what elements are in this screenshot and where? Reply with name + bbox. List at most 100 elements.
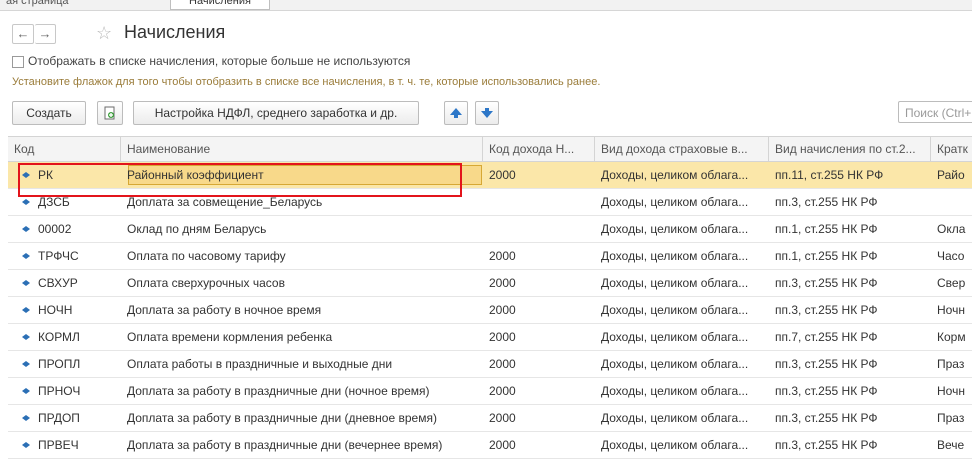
move-down-button[interactable] xyxy=(475,101,499,125)
cell-income-code: 2000 xyxy=(489,357,516,371)
cell-insurance-type: Доходы, целиком облага... xyxy=(601,384,749,398)
search-input[interactable]: Поиск (Ctrl+F) xyxy=(898,101,972,123)
cell-short-name: Окла xyxy=(937,222,966,236)
cell-insurance-type: Доходы, целиком облага... xyxy=(601,249,749,263)
table-row[interactable]: НОЧН Доплата за работу в ночное время 2000… xyxy=(8,297,972,324)
cell-code: ПРОПЛ xyxy=(38,357,81,371)
cell-code: 00002 xyxy=(38,222,72,236)
cell-income-code: 2000 xyxy=(489,168,516,182)
cell-income-code xyxy=(483,216,595,242)
cell-short-name: Часо xyxy=(937,249,965,263)
cell-short-name: Свер xyxy=(937,276,966,290)
highlight-frame xyxy=(18,163,462,197)
cell-accrual-article: пп.1, ст.255 НК РФ xyxy=(775,249,878,263)
cell-code: КОРМЛ xyxy=(38,330,80,344)
cell-income-code: 2000 xyxy=(489,384,516,398)
table-row[interactable]: ПРНОЧ Доплата за работу в праздничные дни… xyxy=(8,378,972,405)
cell-name: Доплата за работу в праздничные дни (дне… xyxy=(127,411,437,425)
cell-income-code: 2000 xyxy=(489,438,516,452)
cell-short-name: Вече xyxy=(937,438,965,452)
cell-short-name: Праз xyxy=(937,411,965,425)
forward-button[interactable]: → xyxy=(35,24,56,44)
cell-insurance-type: Доходы, целиком облага... xyxy=(601,411,749,425)
cell-insurance-type: Доходы, целиком облага... xyxy=(601,276,749,290)
table-row[interactable]: ПРВЕЧ Доплата за работу в праздничные дни… xyxy=(8,432,972,459)
table-row[interactable]: СВХУР Оплата сверхурочных часов 2000 Доходы… xyxy=(8,270,972,297)
cell-code: ПРНОЧ xyxy=(38,384,81,398)
cell-name: Оплата сверхурочных часов xyxy=(127,276,285,290)
star-icon[interactable]: ☆ xyxy=(96,23,112,44)
cell-code: НОЧН xyxy=(38,303,73,317)
cell-income-code: 2000 xyxy=(489,330,516,344)
cell-code: ТРФЧС xyxy=(38,249,79,263)
cell-accrual-article: пп.7, ст.255 НК РФ xyxy=(775,330,878,344)
table-row[interactable]: ПРДОП Доплата за работу в праздничные дни… xyxy=(8,405,972,432)
cell-accrual-article: пп.3, ст.255 НК РФ xyxy=(775,357,878,371)
column-short-name[interactable]: Кратк xyxy=(931,137,972,161)
cell-short-name: Корм xyxy=(937,330,966,344)
cell-name: Оплата работы в праздничные и выходные д… xyxy=(127,357,393,371)
cell-accrual-article: пп.3, ст.255 НК РФ xyxy=(775,303,878,317)
arrow-right-icon: → xyxy=(38,26,52,41)
column-accrual-article[interactable]: Вид начисления по ст.2... xyxy=(769,137,931,161)
column-code[interactable]: Код xyxy=(8,137,121,161)
cell-insurance-type: Доходы, целиком облага... xyxy=(601,195,749,209)
cell-name: Доплата за работу в ночное время xyxy=(127,303,322,317)
cell-accrual-article: пп.11, ст.255 НК РФ xyxy=(775,168,884,182)
tab-strip: ая страница Начисления xyxy=(0,0,972,11)
cell-insurance-type: Доходы, целиком облага... xyxy=(601,438,749,452)
show-unused-checkbox[interactable] xyxy=(12,56,24,68)
cell-name: Оплата по часовому тарифу xyxy=(127,249,286,263)
tab-active[interactable]: Начисления xyxy=(170,0,270,10)
copy-button[interactable] xyxy=(97,101,123,125)
copy-document-icon xyxy=(104,106,115,120)
arrow-down-icon xyxy=(481,108,493,118)
cell-code: ПРДОП xyxy=(38,411,80,425)
cell-insurance-type: Доходы, целиком облага... xyxy=(601,168,749,182)
cell-code: ПРВЕЧ xyxy=(38,438,79,452)
cell-name: Оклад по дням Беларусь xyxy=(127,222,267,236)
column-name[interactable]: Наименование xyxy=(121,137,483,161)
move-up-button[interactable] xyxy=(444,101,468,125)
table-header: Код Наименование Код дохода Н... Вид дох… xyxy=(8,137,972,162)
cell-accrual-article: пп.3, ст.255 НК РФ xyxy=(775,384,878,398)
cell-short-name: Райо xyxy=(937,168,965,182)
cell-insurance-type: Доходы, целиком облага... xyxy=(601,303,749,317)
cell-income-code: 2000 xyxy=(489,249,516,263)
cell-accrual-article: пп.3, ст.255 НК РФ xyxy=(775,411,878,425)
back-button[interactable]: ← xyxy=(12,24,34,44)
cell-accrual-article: пп.1, ст.255 НК РФ xyxy=(775,222,878,236)
table-row[interactable]: КОРМЛ Оплата времени кормления ребенка 200… xyxy=(8,324,972,351)
table-row[interactable]: ТРФЧС Оплата по часовому тарифу 2000 Доходы… xyxy=(8,243,972,270)
cell-short-name: Ночн xyxy=(937,303,965,317)
cell-income-code xyxy=(483,189,595,215)
table-row[interactable]: 00002 Оклад по дням Беларусь Доходы, целик… xyxy=(8,216,972,243)
cell-accrual-article: пп.3, ст.255 НК РФ xyxy=(775,195,878,209)
table-row[interactable]: ПРОПЛ Оплата работы в праздничные и выход… xyxy=(8,351,972,378)
cell-insurance-type: Доходы, целиком облага... xyxy=(601,222,749,236)
arrow-left-icon: ← xyxy=(16,26,30,41)
cell-income-code: 2000 xyxy=(489,276,516,290)
ndfl-settings-button[interactable]: Настройка НДФЛ, среднего заработка и др. xyxy=(133,101,419,125)
cell-insurance-type: Доходы, целиком облага... xyxy=(601,357,749,371)
arrow-up-icon xyxy=(450,108,462,118)
cell-name: Доплата за работу в праздничные дни (ноч… xyxy=(127,384,430,398)
cell-short-name: Ночн xyxy=(937,384,965,398)
cell-accrual-article: пп.3, ст.255 НК РФ xyxy=(775,276,878,290)
cell-insurance-type: Доходы, целиком облага... xyxy=(601,330,749,344)
cell-income-code: 2000 xyxy=(489,303,516,317)
show-unused-label[interactable]: Отображать в списке начисления, которые … xyxy=(28,54,410,68)
cell-income-code: 2000 xyxy=(489,411,516,425)
tab-home[interactable]: ая страница xyxy=(6,0,69,9)
column-insurance-type[interactable]: Вид дохода страховые в... xyxy=(595,137,769,161)
cell-short-name xyxy=(931,189,972,215)
cell-name: Доплата за работу в праздничные дни (веч… xyxy=(127,438,443,452)
cell-name: Оплата времени кормления ребенка xyxy=(127,330,333,344)
cell-accrual-article: пп.3, ст.255 НК РФ xyxy=(775,438,878,452)
column-income-code[interactable]: Код дохода Н... xyxy=(483,137,595,161)
cell-code: СВХУР xyxy=(38,276,78,290)
filter-hint: Установите флажок для того чтобы отобраз… xyxy=(12,76,601,88)
page-title: Начисления xyxy=(124,22,226,42)
create-button[interactable]: Создать xyxy=(12,101,86,125)
cell-short-name: Праз xyxy=(937,357,965,371)
